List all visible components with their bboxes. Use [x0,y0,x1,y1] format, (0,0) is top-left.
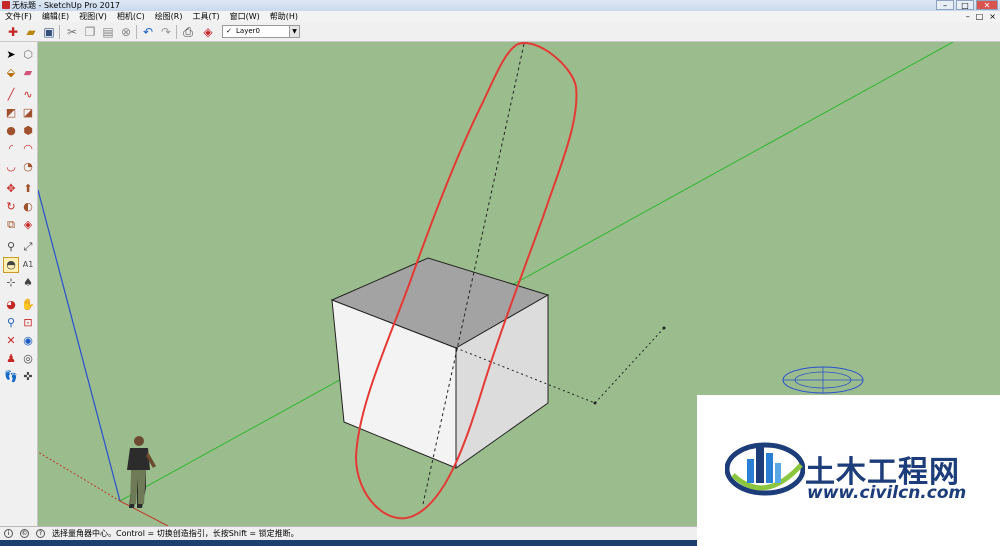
window-title: 无标题 - SketchUp Pro 2017 [12,1,120,10]
open-icon[interactable]: ▰ [23,24,39,40]
guide-point [662,326,666,330]
toolbar-separator [136,25,137,39]
menu-camera[interactable]: 相机(C) [112,11,150,22]
scale-figure-person [127,436,156,508]
polygon-icon[interactable]: ⬢ [21,124,35,138]
rectangle-icon[interactable]: ◩ [4,106,18,120]
title-bar: 无标题 - SketchUp Pro 2017 – □ ✕ [0,0,1000,11]
look-around-icon[interactable]: ◎ [21,352,35,366]
red-axis-line [119,500,169,526]
guide-point [593,401,597,405]
redo-icon[interactable]: ↷ [158,24,174,40]
menu-help[interactable]: 帮助(H) [265,11,303,22]
doc-minimize-button[interactable]: – [966,11,970,22]
line-icon[interactable]: ╱ [4,88,18,102]
chevron-down-icon[interactable]: ▼ [289,26,299,37]
layer-current-value: Layer0 [236,27,260,35]
dimension-icon[interactable]: ⤢ [21,240,35,254]
follow-me-icon[interactable]: ◐ [21,200,35,214]
menu-edit[interactable]: 编辑(E) [37,11,74,22]
position-camera-icon[interactable]: ♟ [4,352,18,366]
3d-text-icon[interactable]: ♠ [21,276,35,290]
paste-icon[interactable]: ▤ [100,24,116,40]
section-plane-icon[interactable]: ✜ [21,370,35,384]
previous-view-icon[interactable]: ◉ [21,334,35,348]
offset-icon[interactable]: ◈ [21,218,35,232]
rotated-rectangle-icon[interactable]: ◪ [21,106,35,120]
walk-icon[interactable]: 👣 [4,370,18,384]
large-tool-set: ➤ ⬡ ⬙ ▰ ╱ ∿ ◩ ◪ ● ⬢ ◜ ◠ ◡ ◔ ✥ ⬆ ↻ ◐ ⧉ ◈ … [0,42,38,526]
toolbar-separator [176,25,177,39]
erase-icon[interactable]: ⊗ [118,24,134,40]
scale-icon[interactable]: ⧉ [4,218,18,232]
menu-bar: 文件(F) 编辑(E) 视图(V) 相机(C) 绘图(R) 工具(T) 窗口(W… [0,11,1000,22]
pan-icon[interactable]: ✋ [21,298,35,312]
watermark-url-text: www.civilcn.com [807,483,967,503]
select-icon[interactable]: ➤ [4,48,18,62]
menu-view[interactable]: 视图(V) [74,11,112,22]
zoom-extents-icon[interactable]: ✕ [4,334,18,348]
zoom-icon[interactable]: ⚲ [4,316,18,330]
credits-icon[interactable]: © [20,529,29,538]
print-icon[interactable]: ⎙ [180,24,196,40]
protractor-arm-line [594,327,665,404]
site-watermark: 土木工程网 www.civilcn.com [697,395,1000,546]
layer-visible-check: ✓ [226,27,232,35]
freehand-icon[interactable]: ∿ [21,88,35,102]
geo-location-icon[interactable]: i [4,529,13,538]
window-controls: – □ ✕ [936,0,998,10]
cut-icon[interactable]: ✂ [64,24,80,40]
axes-icon[interactable]: ⊹ [4,276,18,290]
copy-icon[interactable]: ❐ [82,24,98,40]
three-point-arc-icon[interactable]: ◡ [4,160,18,174]
menu-window[interactable]: 窗口(W) [225,11,265,22]
model-info-icon[interactable]: ◈ [200,24,216,40]
arc-icon[interactable]: ◜ [4,142,18,156]
help-icon[interactable]: ? [36,529,45,538]
eraser-icon[interactable]: ▰ [21,66,35,80]
red-axis-dashed [38,451,121,502]
pie-icon[interactable]: ◔ [21,160,35,174]
minimize-button[interactable]: – [936,0,954,10]
status-message: 选择量角器中心。Control = 切换创造指引，长按Shift = 锁定推断。 [52,529,299,538]
undo-icon[interactable]: ↶ [140,24,156,40]
close-button[interactable]: ✕ [976,0,998,10]
protractor-icon[interactable]: ◓ [3,257,19,273]
two-point-arc-icon[interactable]: ◠ [21,142,35,156]
orbit-icon[interactable]: ◕ [4,298,18,312]
paint-bucket-icon[interactable]: ⬙ [4,66,18,80]
toolbar-separator [59,25,60,39]
standard-toolbar: ✚ ▰ ▣ ✂ ❐ ▤ ⊗ ↶ ↷ ⎙ ◈ ✓ Layer0 ▼ [0,22,1000,42]
layer-dropdown[interactable]: ✓ Layer0 ▼ [222,25,300,38]
doc-close-button[interactable]: × [989,11,996,22]
new-model-icon[interactable]: ✚ [5,24,21,40]
sketchup-app-icon [2,1,10,9]
document-controls: – □ × [966,11,996,22]
menu-file[interactable]: 文件(F) [0,11,37,22]
protractor-cursor-icon [782,366,864,394]
blue-axis-line [38,189,121,502]
maximize-button[interactable]: □ [956,0,974,10]
component-icon[interactable]: ⬡ [21,48,35,62]
doc-restore-button[interactable]: □ [976,11,984,22]
rotate-icon[interactable]: ↻ [4,200,18,214]
push-pull-icon[interactable]: ⬆ [21,182,35,196]
move-icon[interactable]: ✥ [4,182,18,196]
text-icon[interactable]: A1 [21,258,35,272]
menu-draw[interactable]: 绘图(R) [150,11,188,22]
save-icon[interactable]: ▣ [41,24,57,40]
circle-icon[interactable]: ● [4,124,18,138]
civilcn-logo-icon [725,442,805,496]
zoom-window-icon[interactable]: ⊡ [21,316,35,330]
menu-tools[interactable]: 工具(T) [188,11,225,22]
tape-measure-icon[interactable]: ⚲ [4,240,18,254]
